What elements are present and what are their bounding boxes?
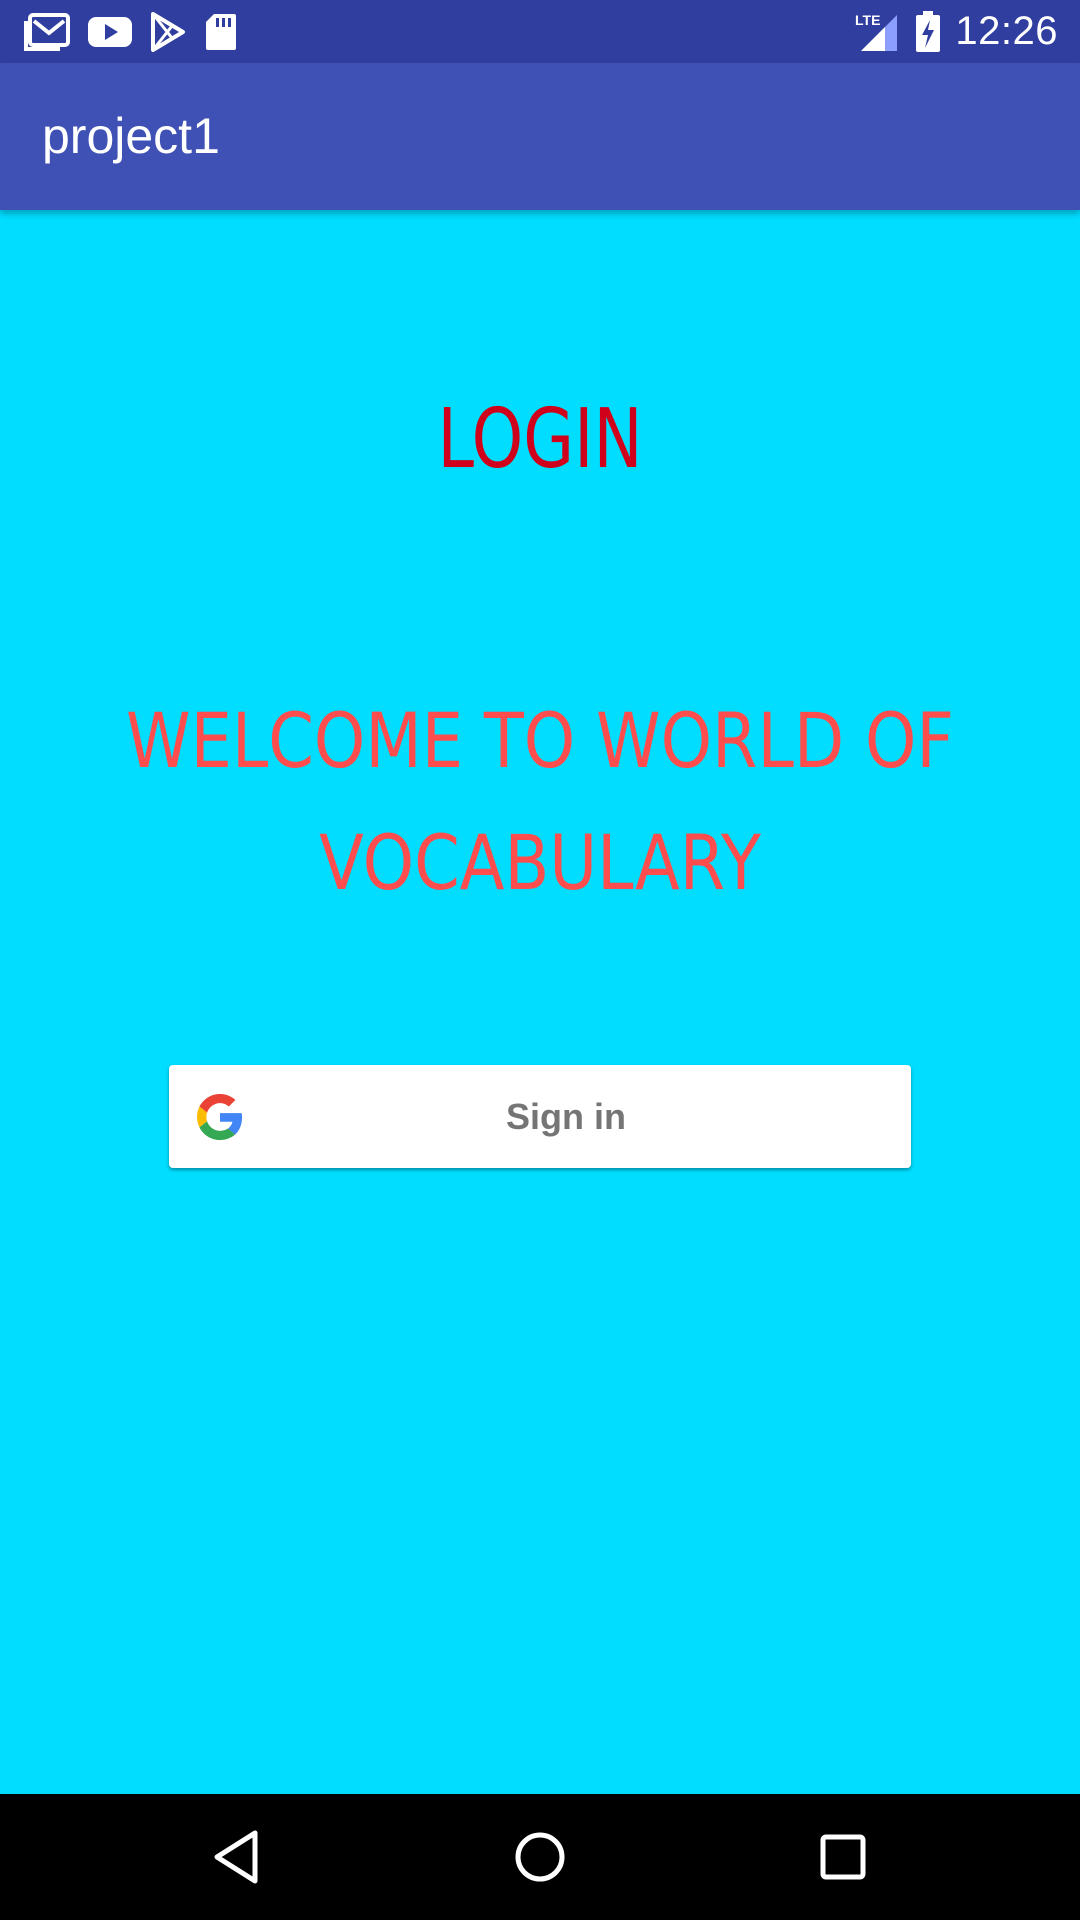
recents-icon[interactable] [813, 1827, 873, 1887]
home-icon[interactable] [510, 1827, 570, 1887]
status-bar: LTE 12:26 [0, 0, 1080, 63]
login-title: LOGIN [437, 392, 643, 487]
main-content: LOGIN WELCOME TO WORLD OF VOCABULARY Sig… [0, 210, 1080, 1794]
lte-signal-icon: LTE [855, 12, 898, 51]
nav-bar [0, 1794, 1080, 1920]
youtube-icon [88, 17, 132, 47]
battery-charging-icon [916, 10, 941, 52]
gmail-icon [24, 13, 70, 51]
play-store-icon [151, 12, 185, 52]
signin-label: Sign in [506, 1096, 626, 1137]
welcome-text: WELCOME TO WORLD OF VOCABULARY [125, 696, 955, 907]
app-title: project1 [42, 108, 220, 164]
status-time: 12:26 [955, 9, 1058, 53]
app-bar: project1 [0, 63, 1080, 210]
back-icon[interactable] [207, 1827, 267, 1887]
network-type-label: LTE [855, 12, 880, 28]
notification-icons [24, 10, 238, 54]
google-signin-button[interactable]: Sign in [169, 1065, 911, 1168]
sd-card-icon [206, 14, 236, 50]
system-status: LTE 12:26 [853, 0, 1058, 63]
